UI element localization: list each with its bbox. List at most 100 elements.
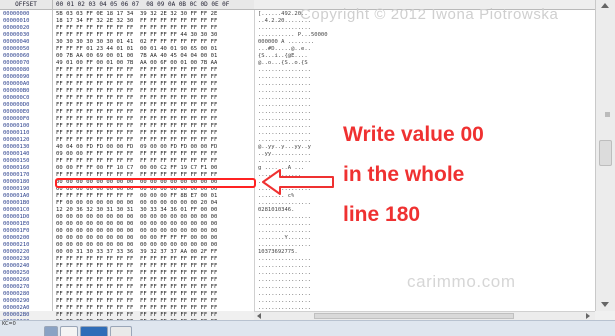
annotation-line-1: Write value 00 bbox=[343, 123, 484, 146]
row-hex-bytes[interactable]: 40 04 00 FD FD 00 00 FD 09 00 00 FD FD 0… bbox=[56, 144, 217, 151]
row-hex-bytes[interactable]: 00 7B AA 00 69 00 01 00 7B AA 40 45 04 0… bbox=[56, 53, 217, 60]
row-ascii-text[interactable]: ................ bbox=[258, 277, 311, 284]
horizontal-scroll-thumb[interactable] bbox=[314, 313, 514, 319]
row-hex-bytes[interactable]: FF FF FF FF FF FF FF FF FF FF FF FF FF F… bbox=[56, 25, 217, 32]
scroll-down-icon[interactable] bbox=[601, 302, 609, 307]
row-hex-bytes[interactable]: FF FF FF FF FF FF FF FF FF FF FF FF 44 3… bbox=[56, 32, 217, 39]
row-hex-bytes[interactable]: 00 00 31 30 33 37 33 36 39 32 37 37 AA 0… bbox=[56, 249, 217, 256]
row-ascii-text[interactable]: ................ bbox=[258, 242, 311, 249]
row-hex-bytes[interactable]: FF FF FF FF FF FF FF FF FF FF FF FF FF F… bbox=[56, 130, 217, 137]
row-hex-bytes[interactable]: FF FF FF FF FF FF FF FF FF FF FF FF FF F… bbox=[56, 284, 217, 291]
row-ascii-text[interactable]: ................ bbox=[258, 291, 311, 298]
row-hex-bytes[interactable]: FF FF FF FF FF FF FF FF FF FF FF FF FF F… bbox=[56, 81, 217, 88]
row-offset: 000001D0 bbox=[3, 214, 30, 220]
row-ascii-text[interactable]: ................ bbox=[258, 263, 311, 270]
row-hex-bytes[interactable]: 00 00 00 00 00 00 00 00 00 00 00 00 00 0… bbox=[56, 228, 217, 235]
row-hex-bytes[interactable]: FF FF FF FF FF FF FF FF FF FF FF FF FF F… bbox=[56, 270, 217, 277]
row-hex-bytes[interactable]: FF FF FF FF FF FF FF FF FF FF FF FF FF F… bbox=[56, 74, 217, 81]
row-hex-bytes[interactable]: FF FF FF FF FF FF FF FF FF FF FF FF FF F… bbox=[56, 305, 217, 312]
taskbar-button[interactable] bbox=[110, 326, 132, 336]
row-hex-bytes[interactable]: FF FF FF FF FF FF FF FF FF FF FF FF FF F… bbox=[56, 109, 217, 116]
row-ascii-text[interactable]: ..yy............ bbox=[258, 151, 311, 158]
row-hex-bytes[interactable]: 49 01 00 FF 00 01 00 7B AA 00 6F 00 01 0… bbox=[56, 60, 217, 67]
row-offset: 00000200 bbox=[3, 235, 30, 241]
horizontal-scrollbar[interactable] bbox=[254, 311, 595, 320]
row-ascii-text[interactable]: ................ bbox=[258, 228, 311, 235]
offset-column: 00000000 00000010 00000020 00000030 00000040… bbox=[0, 10, 53, 325]
row-hex-bytes[interactable]: FF FF FF FF FF FF FF FF FF FF FF FF FF F… bbox=[56, 312, 217, 319]
row-ascii-text[interactable]: ................ bbox=[258, 158, 311, 165]
row-hex-bytes[interactable]: FF FF FF FF FF FF FF FF FF FF FF FF FF F… bbox=[56, 256, 217, 263]
row-ascii-text[interactable]: @..yy..y...yy..y bbox=[258, 144, 311, 151]
row-ascii-text[interactable]: ................ bbox=[258, 200, 311, 207]
row-hex-bytes[interactable]: FF FF FF FF FF FF FF FF FF FF FF FF FF F… bbox=[56, 137, 217, 144]
row-ascii-text[interactable]: ................ bbox=[258, 88, 311, 95]
row-ascii-text[interactable]: ................ bbox=[258, 109, 311, 116]
row-hex-bytes[interactable]: 09 00 00 FF FF FF FF FF FF FF FF FF FF F… bbox=[56, 151, 217, 158]
row-hex-bytes[interactable]: 00 00 00 00 00 00 00 00 00 00 FF FF FF 0… bbox=[56, 235, 217, 242]
scroll-left-icon[interactable] bbox=[257, 313, 261, 319]
row-hex-bytes[interactable]: 30 30 30 30 30 30 01 41 02 FF FF FF FF F… bbox=[56, 39, 217, 46]
row-hex-bytes[interactable]: FF FF FF FF FF FF FF FF FF FF FF FF FF F… bbox=[56, 88, 217, 95]
row-ascii-text[interactable]: ................ bbox=[258, 270, 311, 277]
taskbar-button[interactable] bbox=[80, 326, 108, 336]
row-ascii-text[interactable]: ........... P...50000 bbox=[258, 32, 328, 39]
row-ascii-text[interactable]: ................ bbox=[258, 25, 311, 32]
row-ascii-text[interactable]: ................ bbox=[258, 137, 311, 144]
row-hex-bytes[interactable]: FF FF FF FF FF FF FF FF 00 00 00 FF 8B E… bbox=[56, 193, 217, 200]
vertical-scroll-thumb[interactable] bbox=[599, 140, 612, 166]
row-hex-bytes[interactable]: FF FF FF FF FF FF FF FF FF FF FF FF FF F… bbox=[56, 291, 217, 298]
row-ascii-text[interactable]: ................ bbox=[258, 81, 311, 88]
row-hex-bytes[interactable]: 00 00 FF FF 00 FF 10 C7 00 00 C2 FF 19 C… bbox=[56, 165, 217, 172]
taskbar-button[interactable] bbox=[60, 326, 78, 336]
row-ascii-text[interactable]: ................ bbox=[258, 95, 311, 102]
row-offset: 00000160 bbox=[3, 165, 30, 171]
row-hex-bytes[interactable]: 00 00 00 00 00 00 00 00 00 00 00 00 00 0… bbox=[56, 214, 217, 221]
row-ascii-text[interactable]: 0281010346. bbox=[258, 207, 294, 214]
row-offset: 00000000 bbox=[3, 11, 30, 17]
row-ascii-text[interactable]: 10373692775. bbox=[258, 249, 298, 256]
row-ascii-text[interactable]: {S...i..{@E.... bbox=[258, 53, 308, 60]
hex-data-area[interactable]: 5B 03 03 FF 0E 18 17 34 39 32 2E 32 30 F… bbox=[53, 10, 254, 325]
ascii-data-area[interactable]: [......492.20.. ..4.2.20.................… bbox=[254, 10, 595, 325]
row-ascii-text[interactable]: ................ bbox=[258, 74, 311, 81]
row-hex-bytes[interactable]: FF FF FF FF FF FF FF FF FF FF FF FF FF F… bbox=[56, 158, 217, 165]
row-ascii-text[interactable]: ........Y....... bbox=[258, 235, 311, 242]
row-ascii-text[interactable]: ................ bbox=[258, 130, 311, 137]
row-hex-bytes[interactable]: FF FF FF FF FF FF FF FF FF FF FF FF FF F… bbox=[56, 277, 217, 284]
row-hex-bytes[interactable]: 00 00 00 00 00 00 00 00 00 00 00 00 00 0… bbox=[56, 221, 217, 228]
row-offset: 000000D0 bbox=[3, 102, 30, 108]
row-ascii-text[interactable]: ................ bbox=[258, 123, 311, 130]
row-hex-bytes[interactable]: FF FF FF FF FF FF FF FF FF FF FF FF FF F… bbox=[56, 116, 217, 123]
row-ascii-text[interactable]: ................ bbox=[258, 116, 311, 123]
row-ascii-text[interactable]: 000000 A ........ bbox=[258, 39, 314, 46]
row-hex-bytes[interactable]: 18 17 34 FF 32 2E 32 30 FF FF FF FF FF F… bbox=[56, 18, 217, 25]
row-hex-bytes[interactable]: FF 00 00 00 00 00 00 00 00 00 00 00 00 0… bbox=[56, 200, 217, 207]
taskbar-button[interactable] bbox=[44, 326, 58, 336]
row-hex-bytes[interactable]: FF FF FF FF FF FF FF FF FF FF FF FF FF F… bbox=[56, 102, 217, 109]
status-text: KC=0 bbox=[2, 321, 16, 327]
row-hex-bytes[interactable]: FF FF FF 01 23 44 01 01 00 01 40 01 90 6… bbox=[56, 46, 217, 53]
row-offset: 00000050 bbox=[3, 46, 30, 52]
row-ascii-text[interactable]: ................ bbox=[258, 67, 311, 74]
row-hex-bytes[interactable]: 00 00 00 00 00 00 00 00 00 00 00 00 00 0… bbox=[56, 242, 217, 249]
vertical-scrollbar[interactable] bbox=[595, 0, 615, 311]
row-offset: 00000210 bbox=[3, 242, 30, 248]
row-hex-bytes[interactable]: 5B 03 03 FF 0E 18 17 34 39 32 2E 32 30 F… bbox=[56, 11, 217, 18]
row-ascii-text[interactable]: ................ bbox=[258, 284, 311, 291]
row-ascii-text[interactable]: ...#D.....@..e.. bbox=[258, 46, 311, 53]
scroll-up-icon[interactable] bbox=[601, 3, 609, 8]
row-hex-bytes[interactable]: FF FF FF FF FF FF FF FF FF FF FF FF FF F… bbox=[56, 95, 217, 102]
scroll-right-icon[interactable] bbox=[586, 313, 590, 319]
row-hex-bytes[interactable]: 12 20 36 32 30 31 30 31 30 33 34 36 01 F… bbox=[56, 207, 217, 214]
row-hex-bytes[interactable]: FF FF FF FF FF FF FF FF FF FF FF FF FF F… bbox=[56, 123, 217, 130]
row-hex-bytes[interactable]: FF FF FF FF FF FF FF FF FF FF FF FF FF F… bbox=[56, 298, 217, 305]
row-ascii-text[interactable]: ................ bbox=[258, 298, 311, 305]
row-ascii-text[interactable]: @..o...{S..o.{S bbox=[258, 60, 308, 67]
row-ascii-text[interactable]: ................ bbox=[258, 221, 311, 228]
row-ascii-text[interactable]: ................ bbox=[258, 256, 311, 263]
row-hex-bytes[interactable]: FF FF FF FF FF FF FF FF FF FF FF FF FF F… bbox=[56, 263, 217, 270]
row-ascii-text[interactable]: ................ bbox=[258, 214, 311, 221]
row-hex-bytes[interactable]: FF FF FF FF FF FF FF FF FF FF FF FF FF F… bbox=[56, 67, 217, 74]
row-ascii-text[interactable]: ................ bbox=[258, 102, 311, 109]
